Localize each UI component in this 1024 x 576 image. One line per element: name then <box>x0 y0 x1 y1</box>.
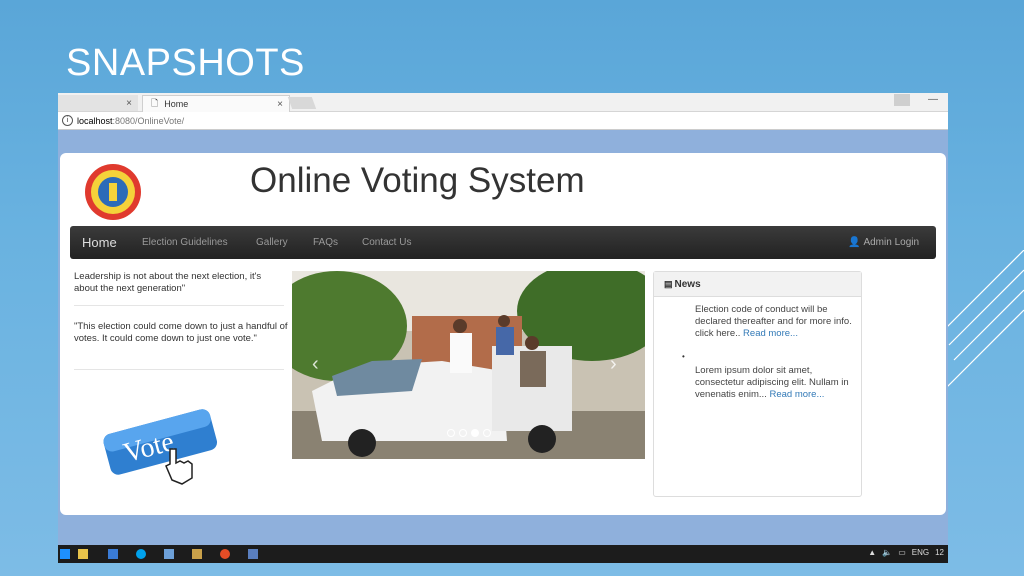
app-icon[interactable] <box>164 549 174 559</box>
carousel-prev-icon[interactable]: ‹ <box>312 353 319 376</box>
user-icon[interactable] <box>894 94 910 106</box>
quote-2: "This election could come down to just a… <box>74 321 288 344</box>
bullet: • <box>682 352 685 361</box>
network-icon[interactable]: ▲ <box>868 548 876 557</box>
close-icon[interactable]: × <box>126 98 132 109</box>
quote-1: Leadership is not about the next electio… <box>74 271 262 294</box>
nav-home[interactable]: Home <box>82 226 117 259</box>
list-icon: ▤ <box>664 278 673 289</box>
slide-title: SNAPSHOTS <box>66 42 305 84</box>
news-heading: News <box>674 278 701 290</box>
carousel-dot-active[interactable] <box>471 429 479 437</box>
emblem-logo <box>85 164 141 220</box>
news-panel: ▤ News Election code of conduct will be … <box>653 271 862 497</box>
tab-label: Home <box>164 99 189 109</box>
read-more-link[interactable]: Read more... <box>743 328 798 339</box>
site-title: Online Voting System <box>250 161 585 200</box>
vote-button-image[interactable]: Vote <box>100 401 240 491</box>
url-host: localhost <box>77 115 113 126</box>
web-page: Online Voting System Home Election Guide… <box>58 130 948 545</box>
carousel-indicators <box>447 429 491 437</box>
app-icon[interactable] <box>108 549 118 559</box>
skype-icon[interactable] <box>136 549 146 559</box>
carousel-dot[interactable] <box>459 429 467 437</box>
browser-screenshot: × 🗋 Home × — i localhost:8080/OnlineVote… <box>58 93 948 563</box>
start-icon[interactable] <box>60 549 70 559</box>
nav-contact-us[interactable]: Contact Us <box>362 226 411 259</box>
admin-login-label: Admin Login <box>863 237 920 248</box>
taskbar: ▲ 🔈 ▭ ENG 12 <box>58 545 948 563</box>
user-icon: 👤 <box>848 237 861 248</box>
carousel-next-icon[interactable]: › <box>610 353 617 376</box>
language-indicator[interactable]: ENG <box>912 548 929 557</box>
page-icon: 🗋 <box>151 98 159 108</box>
volume-icon[interactable]: 🔈 <box>882 548 892 557</box>
tab-home[interactable]: 🗋 Home × <box>142 95 290 112</box>
decorative-lines <box>944 250 1024 391</box>
folder-icon[interactable] <box>78 549 88 559</box>
divider <box>74 305 284 306</box>
admin-login-link[interactable]: 👤 Admin Login <box>848 226 919 259</box>
navbar: Home Election Guidelines Gallery FAQs Co… <box>70 226 936 259</box>
page-card: Online Voting System Home Election Guide… <box>60 153 946 515</box>
system-tray: ▲ 🔈 ▭ ENG 12 <box>868 548 944 557</box>
battery-icon[interactable]: ▭ <box>898 548 906 557</box>
divider <box>74 369 284 370</box>
minimize-icon[interactable]: — <box>928 94 938 105</box>
chrome-icon[interactable] <box>220 549 230 559</box>
url-path: :8080/OnlineVote/ <box>112 115 185 126</box>
nav-faqs[interactable]: FAQs <box>313 226 338 259</box>
carousel-dot[interactable] <box>447 429 455 437</box>
app-icon[interactable] <box>248 549 258 559</box>
carousel-dot[interactable] <box>483 429 491 437</box>
news-header: ▤ News <box>654 272 861 297</box>
news-item: Election code of conduct will be declare… <box>695 304 855 340</box>
app-icon[interactable] <box>192 549 202 559</box>
nav-gallery[interactable]: Gallery <box>256 226 288 259</box>
tab-previous[interactable]: × <box>58 95 138 111</box>
new-tab-button[interactable] <box>287 97 317 109</box>
tab-bar: × 🗋 Home × — <box>58 93 948 112</box>
close-icon[interactable]: × <box>277 99 283 110</box>
info-icon[interactable]: i <box>62 115 73 126</box>
clock[interactable]: 12 <box>935 548 944 557</box>
read-more-link[interactable]: Read more... <box>769 389 824 400</box>
nav-election-guidelines[interactable]: Election Guidelines <box>142 226 228 259</box>
image-carousel[interactable]: ‹ › <box>292 271 645 459</box>
news-item: Lorem ipsum dolor sit amet, consectetur … <box>695 365 855 401</box>
address-bar[interactable]: i localhost:8080/OnlineVote/ <box>58 112 948 130</box>
